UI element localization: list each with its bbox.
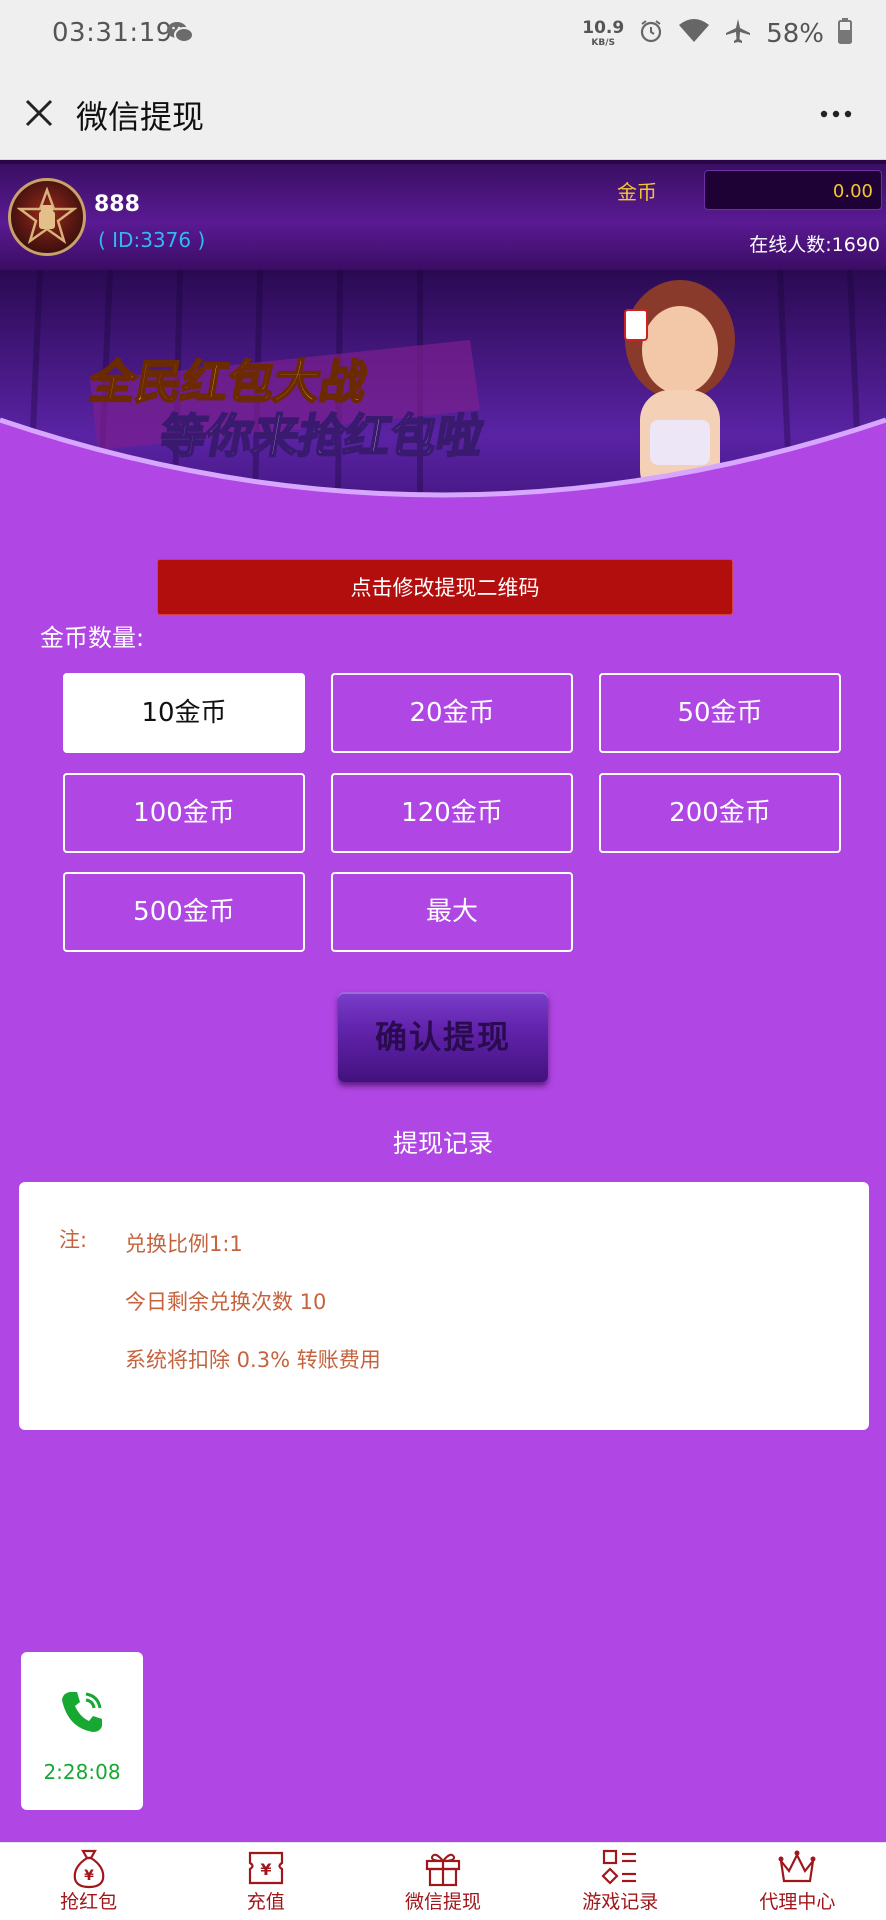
more-options-icon[interactable] bbox=[816, 94, 856, 134]
banner-title-line2: 等你来抢红包啦 bbox=[156, 409, 487, 463]
online-count: 在线人数:1690 bbox=[749, 234, 880, 256]
notes-label: 注: bbox=[59, 1228, 88, 1252]
yen-ticket-icon: ¥ bbox=[248, 1851, 283, 1885]
nav-item-game-records[interactable]: 游戏记录 bbox=[532, 1843, 709, 1920]
close-icon[interactable] bbox=[22, 96, 56, 130]
banner-title-line1: 全民红包大战 bbox=[85, 355, 371, 409]
coin-amount-label: 金币数量: bbox=[40, 624, 145, 652]
money-bag-icon: ¥ bbox=[73, 1849, 104, 1889]
notes-panel: 注: 兑换比例1:1 今日剩余兑换次数 10 系统将扣除 0.3% 转账费用 bbox=[19, 1182, 869, 1430]
amount-option-120[interactable]: 120金币 bbox=[331, 773, 573, 853]
page-title: 微信提现 bbox=[76, 98, 205, 136]
modify-qr-button[interactable]: 点击修改提现二维码 bbox=[157, 559, 733, 615]
promo-banner: 全民红包大战 等你来抢红包啦 bbox=[0, 270, 886, 546]
wechat-icon bbox=[166, 20, 194, 44]
amount-option-100[interactable]: 100金币 bbox=[63, 773, 305, 853]
nav-label: 游戏记录 bbox=[582, 1891, 659, 1913]
title-bar: 微信提现 bbox=[0, 68, 886, 160]
amount-option-max[interactable]: 最大 bbox=[331, 872, 573, 952]
nav-item-recharge[interactable]: ¥ 充值 bbox=[177, 1843, 354, 1920]
wifi-icon bbox=[678, 18, 710, 51]
nav-item-wechat-withdraw[interactable]: 微信提现 bbox=[354, 1843, 531, 1920]
battery-icon bbox=[838, 17, 852, 51]
alarm-icon bbox=[638, 18, 664, 51]
note-exchange-ratio: 兑换比例1:1 bbox=[125, 1232, 243, 1256]
user-header: 888 ( ID:3376 ) 金币 0.00 在线人数:1690 bbox=[0, 160, 886, 270]
svg-text:¥: ¥ bbox=[84, 1868, 94, 1884]
withdraw-records-link[interactable]: 提现记录 bbox=[0, 1124, 886, 1160]
crown-icon bbox=[778, 1850, 816, 1883]
coin-label: 金币 bbox=[617, 180, 657, 204]
avatar[interactable] bbox=[8, 178, 86, 256]
nav-item-grab-redpacket[interactable]: ¥ 抢红包 bbox=[0, 1843, 177, 1920]
confirm-withdraw-button[interactable]: 确认提现 bbox=[338, 992, 548, 1082]
note-transfer-fee: 系统将扣除 0.3% 转账费用 bbox=[125, 1348, 381, 1372]
nav-label: 代理中心 bbox=[759, 1891, 836, 1913]
phone-icon bbox=[62, 1692, 102, 1732]
grid-shapes-icon bbox=[601, 1849, 637, 1885]
nav-label: 充值 bbox=[246, 1891, 285, 1913]
status-time: 03:31:19 bbox=[52, 18, 173, 48]
net-speed: 10.9 KB/S bbox=[582, 18, 625, 48]
status-bar: 03:31:19 10.9 KB/S 58% bbox=[0, 0, 886, 68]
note-remaining-times: 今日剩余兑换次数 10 bbox=[125, 1290, 327, 1314]
nav-item-agent-center[interactable]: 代理中心 bbox=[709, 1843, 886, 1920]
user-id: ( ID:3376 ) bbox=[98, 228, 206, 252]
gift-icon bbox=[425, 1853, 461, 1887]
username: 888 bbox=[94, 192, 140, 217]
amount-option-20[interactable]: 20金币 bbox=[331, 673, 573, 753]
airplane-icon bbox=[724, 17, 752, 52]
battery-percent: 58% bbox=[766, 19, 824, 49]
amount-option-200[interactable]: 200金币 bbox=[599, 773, 841, 853]
call-duration: 2:28:08 bbox=[43, 1760, 121, 1784]
amount-option-500[interactable]: 500金币 bbox=[63, 872, 305, 952]
nav-label: 微信提现 bbox=[405, 1891, 482, 1913]
svg-text:¥: ¥ bbox=[260, 1860, 271, 1879]
amount-option-10[interactable]: 10金币 bbox=[63, 673, 305, 753]
call-widget[interactable]: 2:28:08 bbox=[21, 1652, 143, 1810]
amount-option-50[interactable]: 50金币 bbox=[599, 673, 841, 753]
nav-label: 抢红包 bbox=[60, 1891, 118, 1913]
coin-balance: 0.00 bbox=[704, 170, 882, 210]
bottom-nav: ¥ 抢红包 ¥ 充值 微信提现 游戏记录 代理中心 bbox=[0, 1842, 886, 1920]
